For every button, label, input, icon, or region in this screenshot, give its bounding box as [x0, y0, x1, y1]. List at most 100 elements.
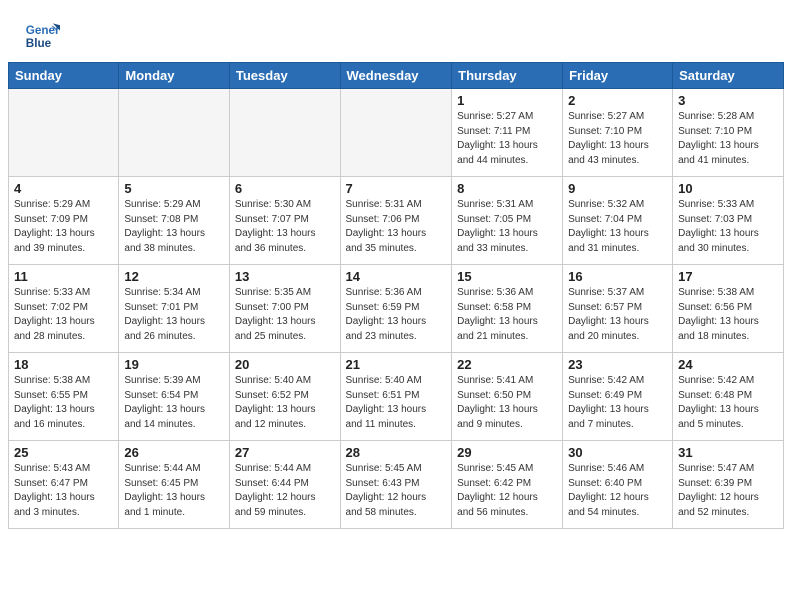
day-info: Sunrise: 5:37 AM Sunset: 6:57 PM Dayligh…: [568, 286, 667, 344]
day-number: 5: [124, 181, 224, 196]
day-number: 15: [457, 269, 557, 284]
day-number: 26: [124, 445, 224, 460]
calendar-day-header: Wednesday: [340, 63, 452, 89]
calendar-day-cell: 11 Sunrise: 5:33 AM Sunset: 7:02 PM Dayli…: [9, 265, 119, 353]
day-info: Sunrise: 5:44 AM Sunset: 6:44 PM Dayligh…: [235, 462, 335, 520]
day-info: Sunrise: 5:42 AM Sunset: 6:48 PM Dayligh…: [678, 374, 778, 432]
calendar-day-cell: 25 Sunrise: 5:43 AM Sunset: 6:47 PM Dayli…: [9, 441, 119, 529]
day-number: 9: [568, 181, 667, 196]
day-info: Sunrise: 5:40 AM Sunset: 6:52 PM Dayligh…: [235, 374, 335, 432]
day-info: Sunrise: 5:29 AM Sunset: 7:09 PM Dayligh…: [14, 198, 113, 256]
calendar-day-header: Monday: [119, 63, 230, 89]
calendar-day-cell: [229, 89, 340, 177]
calendar-week-row: 1 Sunrise: 5:27 AM Sunset: 7:11 PM Daylig…: [9, 89, 784, 177]
day-info: Sunrise: 5:44 AM Sunset: 6:45 PM Dayligh…: [124, 462, 224, 520]
day-number: 27: [235, 445, 335, 460]
calendar-header-row: SundayMondayTuesdayWednesdayThursdayFrid…: [9, 63, 784, 89]
calendar-day-cell: 18 Sunrise: 5:38 AM Sunset: 6:55 PM Dayli…: [9, 353, 119, 441]
calendar-day-cell: 5 Sunrise: 5:29 AM Sunset: 7:08 PM Daylig…: [119, 177, 230, 265]
calendar-day-cell: 28Sunrise: 5:45 AM Sunset: 6:43 PM Dayli…: [340, 441, 452, 529]
calendar-week-row: 4 Sunrise: 5:29 AM Sunset: 7:09 PM Daylig…: [9, 177, 784, 265]
calendar-day-cell: 12 Sunrise: 5:34 AM Sunset: 7:01 PM Dayli…: [119, 265, 230, 353]
day-info: Sunrise: 5:47 AM Sunset: 6:39 PM Dayligh…: [678, 462, 778, 520]
calendar-wrap: SundayMondayTuesdayWednesdayThursdayFrid…: [0, 62, 792, 537]
day-info: Sunrise: 5:34 AM Sunset: 7:01 PM Dayligh…: [124, 286, 224, 344]
calendar-day-cell: 8 Sunrise: 5:31 AM Sunset: 7:05 PM Daylig…: [452, 177, 563, 265]
calendar-day-cell: 7 Sunrise: 5:31 AM Sunset: 7:06 PM Daylig…: [340, 177, 452, 265]
day-number: 8: [457, 181, 557, 196]
day-number: 24: [678, 357, 778, 372]
day-number: 29: [457, 445, 557, 460]
day-number: 18: [14, 357, 113, 372]
calendar-day-cell: 19 Sunrise: 5:39 AM Sunset: 6:54 PM Dayli…: [119, 353, 230, 441]
day-info: Sunrise: 5:39 AM Sunset: 6:54 PM Dayligh…: [124, 374, 224, 432]
calendar-table: SundayMondayTuesdayWednesdayThursdayFrid…: [8, 62, 784, 529]
day-info: Sunrise: 5:33 AM Sunset: 7:02 PM Dayligh…: [14, 286, 113, 344]
day-number: 2: [568, 93, 667, 108]
calendar-day-cell: [119, 89, 230, 177]
calendar-day-cell: 14Sunrise: 5:36 AM Sunset: 6:59 PM Dayli…: [340, 265, 452, 353]
calendar-day-cell: 22 Sunrise: 5:41 AM Sunset: 6:50 PM Dayli…: [452, 353, 563, 441]
day-number: 21: [346, 357, 447, 372]
calendar-week-row: 25 Sunrise: 5:43 AM Sunset: 6:47 PM Dayli…: [9, 441, 784, 529]
calendar-day-header: Friday: [563, 63, 673, 89]
day-info: Sunrise: 5:36 AM Sunset: 6:58 PM Dayligh…: [457, 286, 557, 344]
day-info: Sunrise: 5:38 AM Sunset: 6:55 PM Dayligh…: [14, 374, 113, 432]
day-number: 25: [14, 445, 113, 460]
calendar-week-row: 11 Sunrise: 5:33 AM Sunset: 7:02 PM Dayli…: [9, 265, 784, 353]
calendar-day-cell: 21 Sunrise: 5:40 AM Sunset: 6:51 PM Dayli…: [340, 353, 452, 441]
calendar-day-cell: 31Sunrise: 5:47 AM Sunset: 6:39 PM Dayli…: [673, 441, 784, 529]
day-number: 19: [124, 357, 224, 372]
day-number: 13: [235, 269, 335, 284]
day-number: 17: [678, 269, 778, 284]
day-info: Sunrise: 5:35 AM Sunset: 7:00 PM Dayligh…: [235, 286, 335, 344]
calendar-day-header: Tuesday: [229, 63, 340, 89]
logo-icon: General Blue: [24, 18, 60, 54]
day-info: Sunrise: 5:27 AM Sunset: 7:11 PM Dayligh…: [457, 110, 557, 168]
calendar-day-cell: 4 Sunrise: 5:29 AM Sunset: 7:09 PM Daylig…: [9, 177, 119, 265]
calendar-day-cell: 17Sunrise: 5:38 AM Sunset: 6:56 PM Dayli…: [673, 265, 784, 353]
day-number: 3: [678, 93, 778, 108]
calendar-day-cell: 20 Sunrise: 5:40 AM Sunset: 6:52 PM Dayli…: [229, 353, 340, 441]
day-number: 4: [14, 181, 113, 196]
calendar-day-cell: [340, 89, 452, 177]
svg-text:General: General: [26, 24, 60, 37]
day-info: Sunrise: 5:45 AM Sunset: 6:42 PM Dayligh…: [457, 462, 557, 520]
day-number: 20: [235, 357, 335, 372]
day-info: Sunrise: 5:32 AM Sunset: 7:04 PM Dayligh…: [568, 198, 667, 256]
day-number: 7: [346, 181, 447, 196]
calendar-day-cell: 9 Sunrise: 5:32 AM Sunset: 7:04 PM Daylig…: [563, 177, 673, 265]
day-info: Sunrise: 5:43 AM Sunset: 6:47 PM Dayligh…: [14, 462, 113, 520]
day-number: 6: [235, 181, 335, 196]
svg-text:Blue: Blue: [26, 37, 52, 50]
calendar-day-cell: 24 Sunrise: 5:42 AM Sunset: 6:48 PM Dayli…: [673, 353, 784, 441]
day-info: Sunrise: 5:41 AM Sunset: 6:50 PM Dayligh…: [457, 374, 557, 432]
day-number: 22: [457, 357, 557, 372]
day-info: Sunrise: 5:33 AM Sunset: 7:03 PM Dayligh…: [678, 198, 778, 256]
calendar-day-cell: 26 Sunrise: 5:44 AM Sunset: 6:45 PM Dayli…: [119, 441, 230, 529]
day-info: Sunrise: 5:31 AM Sunset: 7:05 PM Dayligh…: [457, 198, 557, 256]
day-info: Sunrise: 5:27 AM Sunset: 7:10 PM Dayligh…: [568, 110, 667, 168]
calendar-day-header: Sunday: [9, 63, 119, 89]
calendar-day-cell: 29 Sunrise: 5:45 AM Sunset: 6:42 PM Dayli…: [452, 441, 563, 529]
calendar-day-cell: 16 Sunrise: 5:37 AM Sunset: 6:57 PM Dayli…: [563, 265, 673, 353]
calendar-day-cell: 2 Sunrise: 5:27 AM Sunset: 7:10 PM Daylig…: [563, 89, 673, 177]
day-info: Sunrise: 5:40 AM Sunset: 6:51 PM Dayligh…: [346, 374, 447, 432]
day-info: Sunrise: 5:45 AM Sunset: 6:43 PM Dayligh…: [346, 462, 447, 520]
calendar-day-cell: 6 Sunrise: 5:30 AM Sunset: 7:07 PM Daylig…: [229, 177, 340, 265]
day-info: Sunrise: 5:29 AM Sunset: 7:08 PM Dayligh…: [124, 198, 224, 256]
day-number: 11: [14, 269, 113, 284]
day-info: Sunrise: 5:42 AM Sunset: 6:49 PM Dayligh…: [568, 374, 667, 432]
day-number: 12: [124, 269, 224, 284]
day-number: 30: [568, 445, 667, 460]
day-info: Sunrise: 5:31 AM Sunset: 7:06 PM Dayligh…: [346, 198, 447, 256]
day-number: 14: [346, 269, 447, 284]
day-number: 1: [457, 93, 557, 108]
calendar-day-cell: 30Sunrise: 5:46 AM Sunset: 6:40 PM Dayli…: [563, 441, 673, 529]
calendar-day-cell: 13 Sunrise: 5:35 AM Sunset: 7:00 PM Dayli…: [229, 265, 340, 353]
calendar-day-cell: 3Sunrise: 5:28 AM Sunset: 7:10 PM Daylig…: [673, 89, 784, 177]
logo: General Blue: [24, 18, 60, 54]
calendar-day-cell: 10Sunrise: 5:33 AM Sunset: 7:03 PM Dayli…: [673, 177, 784, 265]
day-number: 16: [568, 269, 667, 284]
day-info: Sunrise: 5:30 AM Sunset: 7:07 PM Dayligh…: [235, 198, 335, 256]
